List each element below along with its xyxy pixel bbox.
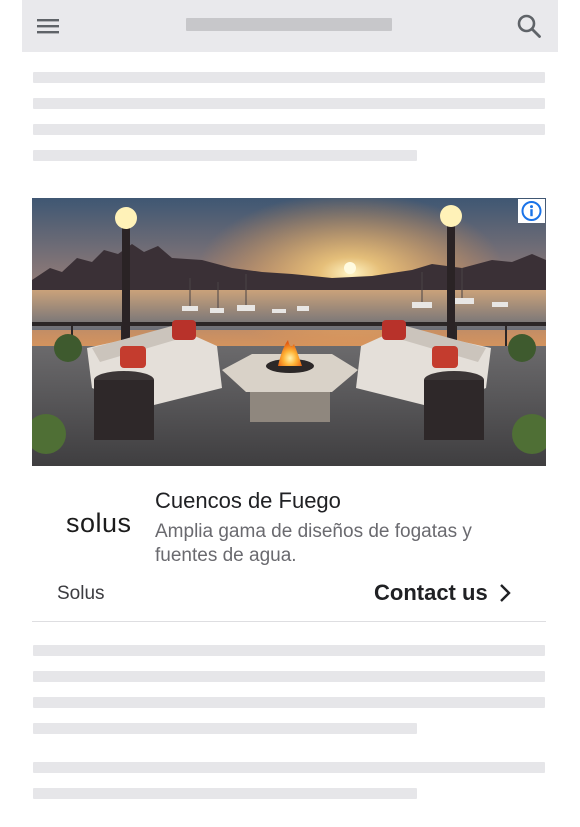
advertiser-name: Solus xyxy=(57,583,105,604)
info-icon[interactable] xyxy=(518,199,545,223)
title-placeholder xyxy=(186,18,392,31)
cta-label: Contact us xyxy=(374,580,488,605)
placeholder-line xyxy=(33,98,545,109)
top-app-bar xyxy=(22,0,558,52)
placeholder-line xyxy=(33,124,545,135)
contact-us-button[interactable]: Contact us xyxy=(374,578,512,608)
placeholder-line xyxy=(33,723,417,734)
menu-icon[interactable] xyxy=(35,15,61,37)
placeholder-line xyxy=(33,697,545,708)
ad-image[interactable] xyxy=(32,198,546,466)
chevron-right-icon xyxy=(499,584,511,602)
search-icon[interactable] xyxy=(515,12,543,40)
placeholder-line xyxy=(33,671,545,682)
divider xyxy=(32,621,546,622)
ad-headline[interactable]: Cuencos de Fuego xyxy=(155,488,341,514)
placeholder-line xyxy=(33,150,417,161)
placeholder-line xyxy=(33,645,545,656)
placeholder-line xyxy=(33,788,417,799)
placeholder-line xyxy=(33,72,545,83)
placeholder-line xyxy=(33,762,545,773)
ad-description: Amplia gama de diseños de fogatas y fuen… xyxy=(155,521,472,566)
brand-logo: solus xyxy=(66,508,132,538)
